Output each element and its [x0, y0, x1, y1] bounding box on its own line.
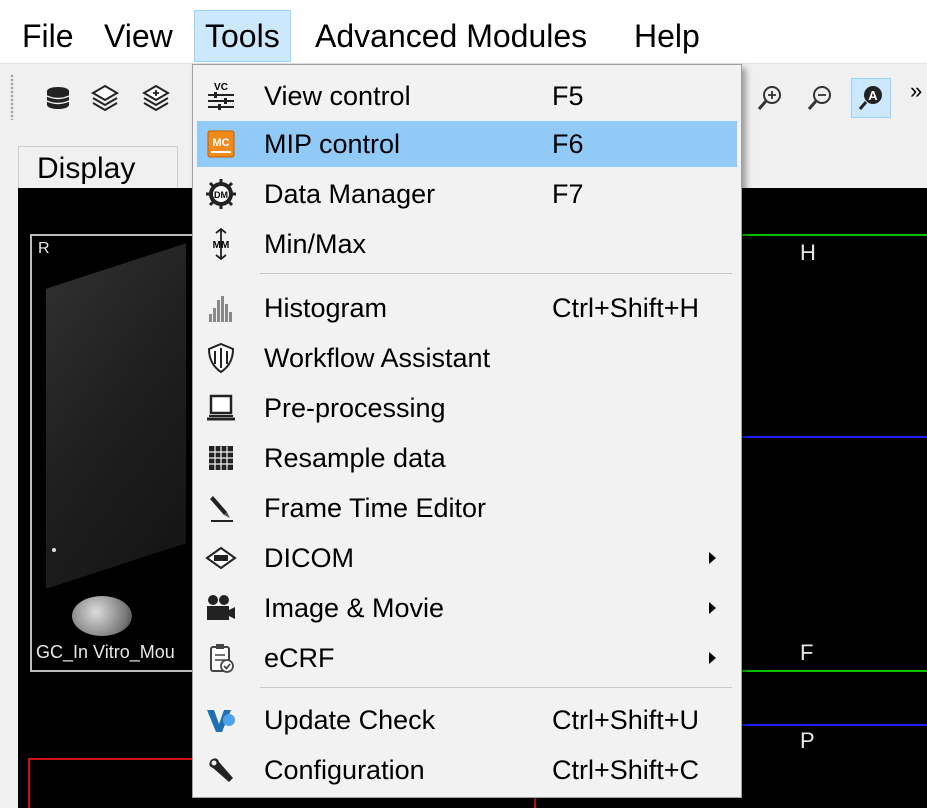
display-tab[interactable]: Display [18, 146, 178, 190]
menu-item-shortcut: F6 [552, 128, 584, 159]
svg-text:A: A [868, 88, 878, 103]
svg-text:DM: DM [214, 190, 228, 200]
svg-text:MM: MM [213, 240, 230, 251]
orient-label-r: R [38, 240, 50, 257]
menu-item-data-manager[interactable]: DM Data Manager F7 [197, 171, 737, 217]
orient-label-f: F [800, 640, 814, 665]
view-control-icon: VC [205, 79, 237, 113]
data-manager-icon: DM [205, 177, 237, 211]
menu-file[interactable]: File [12, 10, 84, 62]
menu-item-shortcut: Ctrl+Shift+U [552, 704, 700, 735]
menu-item-label: View control [264, 80, 411, 111]
workflow-assistant-icon [205, 341, 237, 375]
menu-item-configuration[interactable]: Configuration Ctrl+Shift+C [197, 747, 737, 793]
histogram-icon [205, 291, 237, 325]
crosshair-red-left [28, 758, 30, 808]
menu-bar: File View Tools Advanced Modules Help [0, 0, 927, 64]
zoom-out-icon [807, 86, 831, 110]
menu-item-shortcut: Ctrl+Shift+H [552, 292, 700, 323]
menu-item-label: Image & Movie [264, 592, 445, 623]
menu-item-ecrf[interactable]: eCRF [197, 635, 737, 681]
update-check-icon [205, 703, 237, 737]
menu-separator [260, 273, 732, 274]
auto-zoom-button[interactable]: A [851, 78, 891, 118]
menu-item-min-max[interactable]: MM Min/Max [197, 221, 737, 267]
database-icon [46, 87, 70, 109]
frame-time-editor-icon [205, 491, 237, 525]
min-max-icon: MM [205, 227, 237, 261]
zoom-in-button[interactable] [750, 78, 790, 118]
crosshair-blue-mid [742, 436, 927, 438]
image-movie-icon [205, 591, 237, 625]
zoom-in-icon [757, 86, 781, 110]
marker-dot [52, 548, 56, 552]
menu-item-resample-data[interactable]: Resample data [197, 435, 737, 481]
menu-item-label: Data Manager [264, 178, 436, 209]
zoom-out-button[interactable] [800, 78, 840, 118]
ecrf-icon [205, 641, 237, 675]
toolbar-overflow-button[interactable]: » [910, 78, 922, 104]
pre-processing-icon [205, 391, 237, 425]
svg-text:MC: MC [212, 137, 229, 149]
menu-separator [260, 687, 732, 688]
menu-advanced-modules[interactable]: Advanced Modules [305, 10, 597, 62]
crosshair-green-top [742, 234, 927, 236]
submenu-arrow-icon [709, 652, 716, 664]
menu-item-shortcut: F7 [552, 178, 584, 209]
resample-data-icon [205, 441, 237, 475]
menu-item-pre-processing[interactable]: Pre-processing [197, 385, 737, 431]
submenu-arrow-icon [709, 602, 716, 614]
layer-one-button[interactable] [85, 78, 125, 118]
dicom-icon [205, 541, 237, 575]
menu-item-dicom[interactable]: DICOM [197, 535, 737, 581]
menu-item-update-check[interactable]: Update Check Ctrl+Shift+U [197, 697, 737, 743]
crosshair-blue-lower [742, 724, 927, 726]
mip-control-icon: MC [205, 127, 237, 161]
menu-item-label: Pre-processing [264, 392, 446, 423]
toolbar-grip[interactable] [10, 74, 14, 120]
layers-icon [91, 84, 119, 112]
menu-item-label: Min/Max [264, 228, 367, 259]
viewport-3d[interactable] [30, 234, 200, 672]
menu-item-label: Frame Time Editor [264, 492, 487, 523]
menu-item-label: eCRF [264, 642, 335, 673]
tools-menu: VC View control F5 MC MIP control F6 DM … [192, 64, 742, 798]
menu-tools[interactable]: Tools [194, 10, 291, 62]
mouse-skull-thumbnail [72, 596, 132, 636]
menu-item-label: Update Check [264, 704, 436, 735]
menu-item-histogram[interactable]: Histogram Ctrl+Shift+H [197, 285, 737, 331]
database-button[interactable] [38, 78, 78, 118]
menu-item-label: Histogram [264, 292, 388, 323]
menu-item-shortcut: F5 [552, 80, 584, 111]
menu-item-frame-time-editor[interactable]: Frame Time Editor [197, 485, 737, 531]
crosshair-red-bottom [28, 758, 192, 760]
menu-item-label: Workflow Assistant [264, 342, 491, 373]
orient-label-h: H [800, 240, 816, 265]
submenu-arrow-icon [709, 552, 716, 564]
menu-item-view-control[interactable]: VC View control F5 [197, 73, 737, 119]
menu-help[interactable]: Help [624, 10, 710, 62]
menu-item-image-movie[interactable]: Image & Movie [197, 585, 737, 631]
wrench-icon [205, 753, 237, 787]
menu-item-label: Configuration [264, 754, 425, 785]
orient-label-p: P [800, 728, 815, 753]
layers-add-icon [142, 84, 170, 112]
volume-rendering [46, 243, 186, 589]
svg-text:VC: VC [214, 82, 228, 93]
menu-item-workflow-assistant[interactable]: Workflow Assistant [197, 335, 737, 381]
menu-item-mip-control[interactable]: MC MIP control F6 [197, 121, 737, 167]
menu-item-label: Resample data [264, 442, 446, 473]
menu-item-label: DICOM [264, 542, 354, 573]
menu-item-label: MIP control [264, 128, 401, 159]
viewport-caption: GC_In Vitro_Mou [36, 642, 175, 662]
auto-zoom-icon: A [858, 86, 882, 110]
layer-add-button[interactable] [136, 78, 176, 118]
menu-view[interactable]: View [94, 10, 183, 62]
menu-item-shortcut: Ctrl+Shift+C [552, 754, 700, 785]
crosshair-green-bottom [742, 670, 927, 672]
